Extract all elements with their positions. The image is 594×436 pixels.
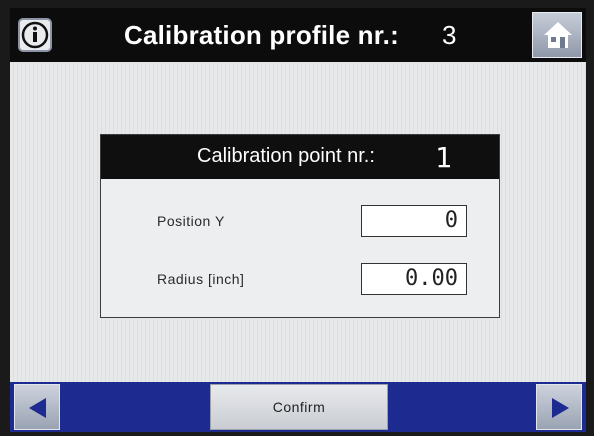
touch-screen: Calibration profile nr.: 3 Calibration p… [10,8,586,432]
bottom-bar: Confirm [10,382,586,432]
previous-button[interactable] [14,384,60,430]
page-title: Calibration profile nr.: [124,20,399,50]
position-y-field[interactable]: 0 [361,205,467,237]
position-y-label: Position Y [157,213,225,229]
home-icon [544,22,572,48]
radius-label: Radius [inch] [157,271,245,287]
info-icon [18,18,52,52]
panel-header: Calibration point nr.: 1 [101,135,499,179]
profile-number: 3 [442,20,457,50]
info-button[interactable] [18,18,52,52]
radius-field[interactable]: 0.00 [361,263,467,295]
point-number: 1 [435,141,452,174]
header-bar: Calibration profile nr.: 3 [10,8,586,62]
content-area: Calibration point nr.: 1 Position Y 0 Ra… [10,62,586,382]
arrow-left-icon [29,398,46,418]
arrow-right-icon [552,398,569,418]
calibration-point-panel: Calibration point nr.: 1 Position Y 0 Ra… [100,134,500,318]
panel-title: Calibration point nr.: [197,145,375,167]
next-button[interactable] [536,384,582,430]
confirm-button[interactable]: Confirm [210,384,388,430]
home-button[interactable] [532,12,582,58]
